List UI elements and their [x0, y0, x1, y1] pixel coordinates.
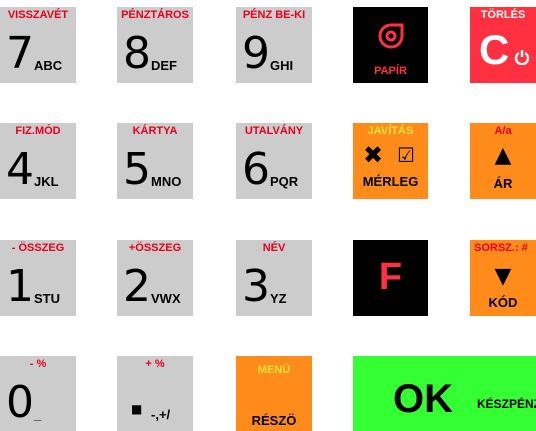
key-0-letters: _: [34, 407, 42, 422]
key-9-letters: GHI: [270, 58, 294, 73]
key-7-letters: ABC: [34, 58, 63, 73]
key-3[interactable]: NÉV 3 YZ: [236, 240, 312, 316]
key-0[interactable]: - % 0 _: [0, 356, 76, 431]
menu-key-label: RÉSZÖ: [251, 413, 297, 428]
key-0-function: - %: [29, 358, 47, 370]
key-3-digit: 3: [242, 261, 270, 312]
up-arrow-icon: ▲: [494, 143, 512, 168]
down-key[interactable]: SORSZ.: # ▼ KÓD: [470, 240, 536, 316]
cross-icon: ✖: [363, 141, 384, 169]
down-arrow-icon: ▼: [494, 264, 512, 289]
up-key[interactable]: A/a ▲ ÁR: [470, 123, 536, 199]
key-6[interactable]: UTALVÁNY 6 PQR: [236, 123, 312, 199]
key-3-function: NÉV: [262, 242, 286, 254]
key-4[interactable]: FIZ.MÓD 4 JKL: [0, 123, 76, 199]
key-6-digit: 6: [242, 144, 270, 195]
menu-key-function: MENÜ: [257, 364, 291, 376]
ok-key-label: OK: [393, 377, 453, 421]
paper-key-label: PAPÍR: [374, 65, 407, 77]
scale-key-function: JAVÍTÁS: [367, 125, 414, 137]
key-dot[interactable]: + % ■ -,+/: [117, 356, 193, 431]
down-key-label: KÓD: [488, 295, 518, 310]
key-3-letters: YZ: [270, 291, 287, 306]
key-8-function: PÉNZTÁROS: [121, 9, 189, 21]
scale-key[interactable]: JAVÍTÁS ✖ ☑ MÉRLEG: [353, 123, 428, 199]
key-8-letters: DEF: [151, 58, 177, 73]
key-7-function: VISSZAVÉT: [7, 9, 69, 21]
key-0-digit: 0: [6, 377, 34, 428]
key-8[interactable]: PÉNZTÁROS 8 DEF: [117, 7, 193, 83]
key-1-digit: 1: [6, 261, 34, 312]
clear-key-letter: C: [479, 26, 510, 73]
key-5-function: KÁRTYA: [132, 125, 178, 137]
menu-key[interactable]: MENÜ RÉSZÖ: [236, 356, 312, 431]
key-1[interactable]: - ÖSSZEG 1 STU: [0, 240, 76, 316]
checkbox-icon: ☑: [397, 143, 415, 167]
key-5-digit: 5: [123, 144, 151, 195]
power-icon: [514, 50, 530, 65]
clear-key-function: TÖRLÉS: [480, 9, 526, 21]
clear-key[interactable]: TÖRLÉS C: [470, 7, 536, 83]
down-key-function: SORSZ.: #: [474, 242, 528, 254]
key-2-letters: VWX: [151, 291, 181, 306]
key-6-letters: PQR: [270, 174, 299, 189]
paper-roll-icon: [378, 23, 404, 49]
key-9[interactable]: PÉNZ BE-KI 9 GHI: [236, 7, 312, 83]
key-5-letters: MNO: [151, 174, 182, 189]
key-5[interactable]: KÁRTYA 5 MNO: [117, 123, 193, 199]
dot-symbol: ■: [131, 402, 143, 416]
up-key-label: ÁR: [493, 176, 513, 191]
key-1-function: - ÖSSZEG: [11, 242, 65, 254]
key-dot-letters: -,+/: [151, 407, 171, 422]
key-dot-function: + %: [145, 358, 165, 370]
key-2[interactable]: +ÖSSZEG 2 VWX: [117, 240, 193, 316]
key-7[interactable]: VISSZAVÉT 7 ABC: [0, 7, 76, 83]
key-2-function: +ÖSSZEG: [128, 242, 182, 254]
f-key-label: F: [378, 256, 403, 298]
key-1-letters: STU: [34, 291, 60, 306]
key-8-digit: 8: [123, 28, 151, 79]
paper-key[interactable]: PAPÍR: [353, 7, 428, 83]
scale-key-label: MÉRLEG: [362, 174, 419, 189]
ok-key[interactable]: OK KÉSZPÉNZ: [353, 356, 536, 431]
key-9-digit: 9: [242, 28, 270, 79]
key-4-function: FIZ.MÓD: [15, 125, 61, 137]
up-key-function: A/a: [494, 125, 512, 137]
key-7-digit: 7: [6, 28, 34, 79]
key-9-function: PÉNZ BE-KI: [242, 9, 306, 21]
key-2-digit: 2: [123, 261, 151, 312]
key-4-letters: JKL: [34, 174, 59, 189]
key-6-function: UTALVÁNY: [244, 125, 304, 137]
key-4-digit: 4: [6, 144, 34, 195]
ok-key-sublabel: KÉSZPÉNZ: [477, 397, 536, 411]
f-key[interactable]: F: [353, 240, 428, 316]
